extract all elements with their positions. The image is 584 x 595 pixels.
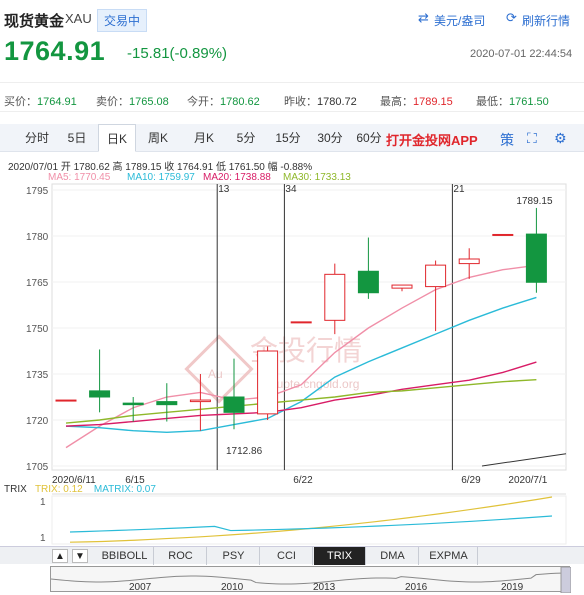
candle-body — [357, 270, 379, 294]
candle-body — [257, 350, 279, 415]
indicator-tab[interactable]: TRIX — [314, 547, 366, 565]
navigator-year-label: 2013 — [313, 582, 336, 593]
y-tick-label: 1765 — [26, 278, 49, 289]
candle-body — [458, 258, 480, 265]
indicator-tab[interactable]: PSY — [208, 547, 260, 565]
candlestick-chart[interactable]: 1795178017651750173517201705金投行情quote.cn… — [0, 0, 584, 546]
indicator-tab[interactable]: CCI — [261, 547, 313, 565]
x-tick-label: 6/29 — [461, 475, 481, 486]
candle-body — [324, 273, 346, 321]
time-marker-label: 34 — [285, 184, 297, 195]
ma-line-ma20 — [65, 361, 537, 427]
scroll-right-icon[interactable]: ▼ — [72, 549, 88, 563]
scroll-left-icon[interactable]: ▲ — [52, 549, 68, 563]
navigator-year-label: 2007 — [129, 582, 152, 593]
y-tick-label: 1720 — [26, 416, 49, 427]
y-tick-label: 1750 — [26, 324, 49, 335]
candle-body — [89, 390, 111, 398]
watermark-badge: Au — [208, 367, 223, 381]
x-tick-label: 2020/7/1 — [508, 475, 547, 486]
candle-body — [189, 399, 211, 403]
trix-tick-label: 1 — [40, 497, 46, 508]
navigator-year-label: 2016 — [405, 582, 428, 593]
time-marker-label: 21 — [453, 184, 465, 195]
candle-body — [391, 284, 413, 289]
indicator-tab[interactable]: ROC — [155, 547, 207, 565]
trix-line — [69, 496, 553, 543]
time-navigator[interactable]: 2007 2010 2013 2016 2019 — [50, 566, 572, 594]
candle-body — [525, 233, 547, 283]
y-tick-label: 1705 — [26, 462, 49, 473]
matrix-line — [69, 515, 553, 533]
x-tick-label: 6/22 — [293, 475, 313, 486]
time-marker-label: 13 — [218, 184, 230, 195]
navigator-year-label: 2019 — [501, 582, 524, 593]
y-tick-label: 1795 — [26, 186, 49, 197]
candle-body — [290, 321, 312, 324]
trix-tick-label: 1 — [40, 533, 46, 544]
watermark-url: quote.cngold.org — [270, 377, 359, 391]
max-price-label: 1789.15 — [516, 196, 553, 207]
trend-line — [481, 453, 567, 467]
candle-body — [425, 264, 447, 288]
indicator-tab[interactable]: DMA — [367, 547, 419, 565]
trix-title: TRIX — [4, 484, 27, 495]
y-tick-label: 1780 — [26, 232, 49, 243]
indicator-tab[interactable]: EXPMA — [420, 547, 478, 565]
trix-legend: TRIX TRIX: 0.12 MATRIX: 0.07 — [4, 484, 156, 495]
plot-frame — [51, 183, 567, 471]
candle-body — [122, 402, 144, 406]
matrix-value: MATRIX: 0.07 — [93, 484, 156, 495]
indicator-tab[interactable]: BBIBOLL — [96, 547, 154, 565]
navigator-handle — [560, 566, 572, 594]
indicator-tabs: ▲ ▼ BBIBOLL ROC PSY CCI TRIX DMA EXPMA — [0, 546, 584, 565]
navigator-sparkline: 2007 2010 2013 2016 2019 — [50, 566, 572, 594]
candle-body — [223, 396, 245, 413]
candle-body — [55, 399, 77, 402]
candle-body — [492, 233, 514, 236]
navigator-year-label: 2010 — [221, 582, 244, 593]
min-price-label: 1712.86 — [226, 446, 263, 457]
y-tick-label: 1735 — [26, 370, 49, 381]
trix-value: TRIX: 0.12 — [34, 484, 83, 495]
candle-body — [156, 401, 178, 406]
